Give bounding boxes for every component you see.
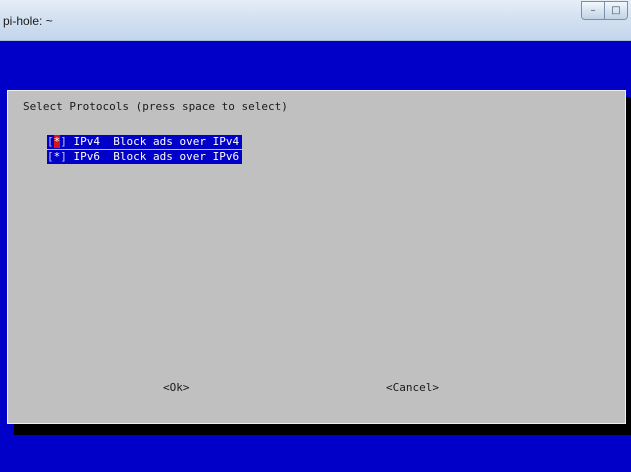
checkbox-open-bracket: [ bbox=[47, 150, 54, 163]
option-description-ipv4: Block ads over IPv4 bbox=[113, 135, 240, 148]
checkbox-close-bracket: ] bbox=[60, 150, 67, 163]
option-tag-ipv4: IPv4 bbox=[73, 135, 101, 148]
checkbox-open-bracket: [ bbox=[47, 135, 54, 148]
window-title: pi-hole: ~ bbox=[3, 14, 53, 28]
dialog-title: Select Protocols (press space to select) bbox=[23, 100, 288, 113]
minimize-button[interactable]: – bbox=[582, 2, 604, 19]
dialog-shadow-bottom bbox=[14, 424, 631, 435]
terminal-bottom-area bbox=[0, 435, 631, 472]
dialog-shadow-right bbox=[626, 97, 631, 435]
terminal-top-area bbox=[0, 41, 631, 84]
protocol-select-dialog: Select Protocols (press space to select)… bbox=[7, 90, 626, 424]
title-bar[interactable]: pi-hole: ~ – □ bbox=[0, 0, 631, 41]
maximize-button[interactable]: □ bbox=[604, 2, 627, 19]
checkbox-close-bracket: ] bbox=[60, 135, 67, 148]
option-ipv4[interactable]: [*] IPv4 Block ads over IPv4 bbox=[47, 135, 243, 149]
option-description-ipv6: Block ads over IPv6 bbox=[113, 150, 240, 163]
terminal-window: pi-hole: ~ – □ Select Protocols (press s… bbox=[0, 0, 631, 472]
minimize-icon: – bbox=[590, 5, 596, 16]
maximize-icon: □ bbox=[611, 5, 621, 16]
option-tag-ipv6: IPv6 bbox=[73, 150, 101, 163]
window-controls: – □ bbox=[581, 1, 628, 20]
cancel-button[interactable]: <Cancel> bbox=[386, 381, 439, 394]
ok-button[interactable]: <Ok> bbox=[163, 381, 190, 394]
option-ipv6[interactable]: [*] IPv6 Block ads over IPv6 bbox=[47, 150, 243, 164]
